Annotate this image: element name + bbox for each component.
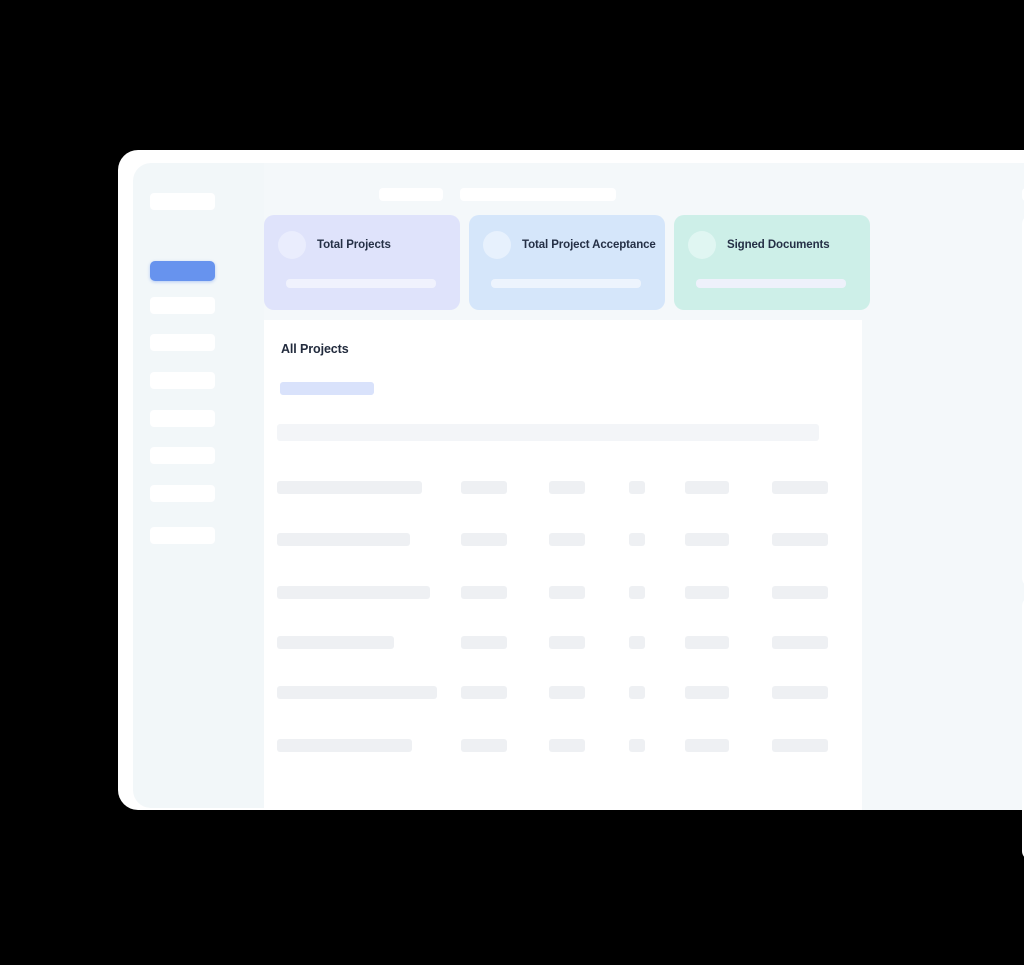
total-project-acceptance-icon [483,231,511,259]
cell-date [549,686,585,699]
all-projects-panel: All Projects [264,320,862,810]
stat-card-signed-documents[interactable]: Signed Documents [674,215,870,310]
sidebar-logo-placeholder [150,193,215,210]
cell-client [461,686,507,699]
sidebar-item-active[interactable] [150,261,215,281]
sidebar-item-2[interactable] [150,297,215,314]
topbar-search-skeleton[interactable] [460,188,616,201]
main-content: Total Projects Total Project Acceptance … [264,202,1024,860]
stat-card-header: Total Project Acceptance [483,231,656,259]
stat-card-header: Total Projects [278,231,446,259]
cell-actions[interactable] [772,636,828,649]
cell-project-name [277,533,410,546]
cell-date [549,739,585,752]
cell-date [549,636,585,649]
stat-card-label: Total Project Acceptance [522,239,656,251]
cell-client [461,533,507,546]
cell-date [549,533,585,546]
stat-card-total-projects[interactable]: Total Projects [264,215,460,310]
cell-project-name [277,739,412,752]
cell-progress [685,686,729,699]
cell-project-name [277,686,437,699]
stat-card-header: Signed Documents [688,231,856,259]
cell-project-name [277,586,430,599]
signed-documents-value-skeleton [696,279,846,288]
stat-card-label: Total Projects [317,239,391,251]
cell-status [629,686,645,699]
dashboard-window: Total Projects Total Project Acceptance … [118,150,1024,860]
cell-project-name [277,481,422,494]
sidebar-item-4[interactable] [150,372,215,389]
stat-card-total-project-acceptance[interactable]: Total Project Acceptance [469,215,665,310]
total-project-acceptance-value-skeleton [491,279,641,288]
cell-status [629,636,645,649]
total-projects-icon [278,231,306,259]
cell-progress [685,481,729,494]
signed-documents-icon [688,231,716,259]
stat-card-label: Signed Documents [727,239,830,251]
cell-actions[interactable] [772,533,828,546]
cell-client [461,739,507,752]
cell-status [629,533,645,546]
stats-row: Total Projects Total Project Acceptance … [264,215,870,310]
cell-date [549,481,585,494]
cell-client [461,586,507,599]
cell-client [461,636,507,649]
sidebar-item-5[interactable] [150,410,215,427]
cell-status [629,481,645,494]
cell-progress [685,586,729,599]
cell-actions[interactable] [772,481,828,494]
cell-progress [685,739,729,752]
tab-all-projects[interactable] [280,382,374,395]
table-header-row [277,424,819,441]
cell-progress [685,636,729,649]
cell-date [549,586,585,599]
total-projects-value-skeleton [286,279,436,288]
cell-client [461,481,507,494]
sidebar-item-3[interactable] [150,334,215,351]
cell-actions[interactable] [772,686,828,699]
cell-status [629,586,645,599]
cell-actions[interactable] [772,739,828,752]
sidebar-item-6[interactable] [150,447,215,464]
sidebar-item-8[interactable] [150,527,215,544]
screenshot-root: { "theme": { "page_background": "#000000… [0,0,1024,965]
cell-actions[interactable] [772,586,828,599]
topbar-breadcrumb-skeleton [379,188,443,201]
sidebar-item-7[interactable] [150,485,215,502]
page-title: All Projects [281,342,349,356]
cell-status [629,739,645,752]
cell-progress [685,533,729,546]
sidebar [133,163,264,808]
cell-project-name [277,636,394,649]
